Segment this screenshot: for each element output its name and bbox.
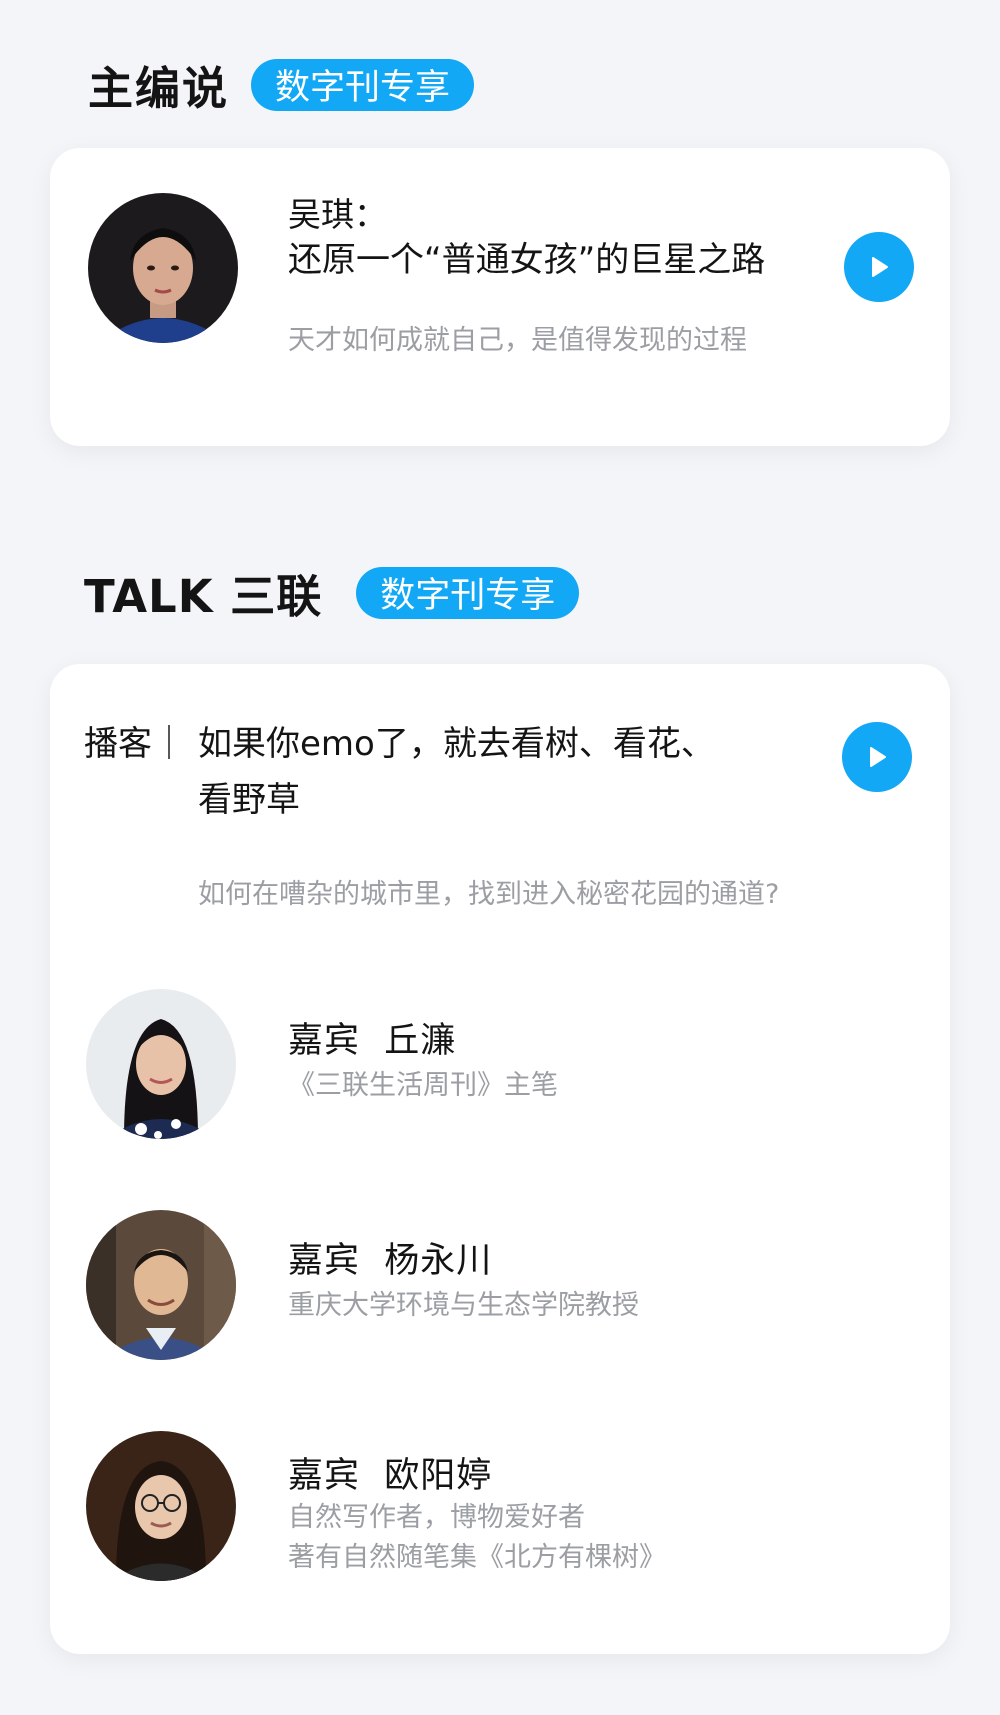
editor-section-header: 主编说 数字刊专享	[88, 52, 475, 117]
editor-name: 吴琪：	[288, 195, 387, 234]
guest-description: 著有自然随笔集《北方有棵树》	[288, 1542, 666, 1573]
guest-avatar	[86, 1210, 236, 1360]
talk-section-title: TALK 三联	[84, 570, 323, 623]
podcast-subtitle: 如何在嘈杂的城市里，找到进入秘密花园的通道?	[198, 879, 780, 910]
talk-section-header: TALK 三联 数字刊专享	[84, 560, 580, 625]
editor-card[interactable]: 吴琪： 还原一个“普通女孩”的巨星之路 天才如何成就自己，是值得发现的过程	[50, 148, 950, 446]
guest-name-line: 嘉宾 杨永川	[288, 1232, 492, 1283]
digital-exclusive-badge: 数字刊专享	[251, 58, 475, 111]
digital-exclusive-badge: 数字刊专享	[356, 566, 580, 619]
editor-section-title: 主编说	[88, 62, 230, 115]
guest-name: 欧阳婷	[384, 1456, 493, 1496]
guest-avatar	[86, 1431, 236, 1581]
guest-label: 嘉宾	[288, 1241, 361, 1281]
podcast-title-line2[interactable]: 看野草	[198, 772, 300, 821]
guest-label: 嘉宾	[288, 1456, 361, 1496]
guest-name-line: 嘉宾 丘濂	[288, 1012, 456, 1063]
podcast-title-line1[interactable]: 如果你emo了，就去看树、看花、	[198, 716, 715, 765]
podcast-play-button[interactable]	[842, 722, 912, 792]
guest-avatar	[86, 989, 236, 1139]
guest-description: 重庆大学环境与生态学院教授	[288, 1290, 639, 1321]
editor-article-subtitle: 天才如何成就自己，是值得发现的过程	[288, 325, 747, 356]
guest-name-line: 嘉宾 欧阳婷	[288, 1447, 492, 1498]
editor-article-title[interactable]: 还原一个“普通女孩”的巨星之路	[288, 232, 765, 281]
podcast-category-label: 播客｜	[84, 724, 186, 764]
guest-name: 杨永川	[384, 1241, 493, 1281]
guest-description: 《三联生活周刊》主笔	[288, 1070, 558, 1101]
editor-play-button[interactable]	[844, 232, 914, 302]
play-icon	[872, 257, 888, 277]
editor-avatar	[88, 193, 238, 343]
guest-name: 丘濂	[384, 1021, 457, 1061]
play-icon	[870, 747, 886, 767]
guest-description: 自然写作者，博物爱好者	[288, 1502, 585, 1533]
guest-label: 嘉宾	[288, 1021, 361, 1061]
talk-card: 播客｜ 如果你emo了，就去看树、看花、 看野草 如何在嘈杂的城市里，找到进入秘…	[50, 664, 950, 1654]
